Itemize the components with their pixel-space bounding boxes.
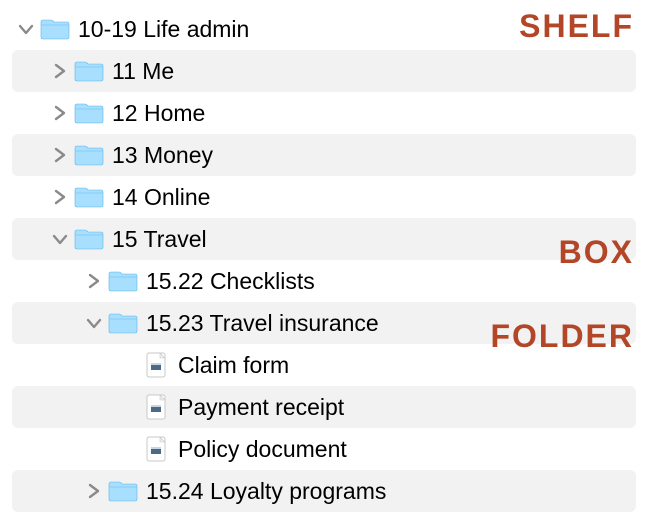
chevron-right-icon[interactable] xyxy=(52,105,68,121)
folder-icon xyxy=(108,479,138,503)
folder-icon xyxy=(108,269,138,293)
annotation-box: BOX xyxy=(559,234,634,271)
tree-row-file-policy[interactable]: Policy document xyxy=(12,428,636,470)
tree-row-home[interactable]: 12 Home xyxy=(12,92,636,134)
tree-row-online[interactable]: 14 Online xyxy=(12,176,636,218)
tree-row-checklists[interactable]: 15.22 Checklists xyxy=(12,260,636,302)
annotation-shelf: SHELF xyxy=(519,8,634,45)
row-label: 14 Online xyxy=(112,184,210,211)
file-icon xyxy=(146,436,168,462)
file-icon xyxy=(146,394,168,420)
row-label: Payment receipt xyxy=(178,394,344,421)
folder-icon xyxy=(74,227,104,251)
row-label: Policy document xyxy=(178,436,347,463)
folder-icon xyxy=(74,101,104,125)
chevron-down-icon[interactable] xyxy=(86,315,102,331)
chevron-down-icon[interactable] xyxy=(52,231,68,247)
tree-row-loyalty[interactable]: 15.24 Loyalty programs xyxy=(12,470,636,512)
tree-row-me[interactable]: 11 Me xyxy=(12,50,636,92)
row-label: 11 Me xyxy=(112,58,174,85)
file-icon xyxy=(146,352,168,378)
row-label: 15.24 Loyalty programs xyxy=(146,478,386,505)
tree-row-file-receipt[interactable]: Payment receipt xyxy=(12,386,636,428)
row-label: 15 Travel xyxy=(112,226,207,253)
folder-icon xyxy=(74,143,104,167)
tree-row-money[interactable]: 13 Money xyxy=(12,134,636,176)
row-label: 13 Money xyxy=(112,142,213,169)
chevron-right-icon[interactable] xyxy=(52,189,68,205)
folder-icon xyxy=(74,185,104,209)
chevron-right-icon[interactable] xyxy=(86,483,102,499)
tree-row-travel[interactable]: 15 Travel xyxy=(12,218,636,260)
row-label: 15.23 Travel insurance xyxy=(146,310,379,337)
folder-icon xyxy=(40,17,70,41)
folder-icon xyxy=(74,59,104,83)
row-label: 12 Home xyxy=(112,100,205,127)
chevron-down-icon[interactable] xyxy=(18,21,34,37)
row-label: 15.22 Checklists xyxy=(146,268,315,295)
chevron-right-icon[interactable] xyxy=(52,147,68,163)
chevron-right-icon[interactable] xyxy=(52,63,68,79)
row-label: Claim form xyxy=(178,352,289,379)
folder-tree: 10-19 Life admin 11 Me 12 Home 13 Money xyxy=(12,8,636,512)
annotation-folder: FOLDER xyxy=(490,318,634,355)
chevron-right-icon[interactable] xyxy=(86,273,102,289)
row-label: 10-19 Life admin xyxy=(78,16,249,43)
folder-icon xyxy=(108,311,138,335)
